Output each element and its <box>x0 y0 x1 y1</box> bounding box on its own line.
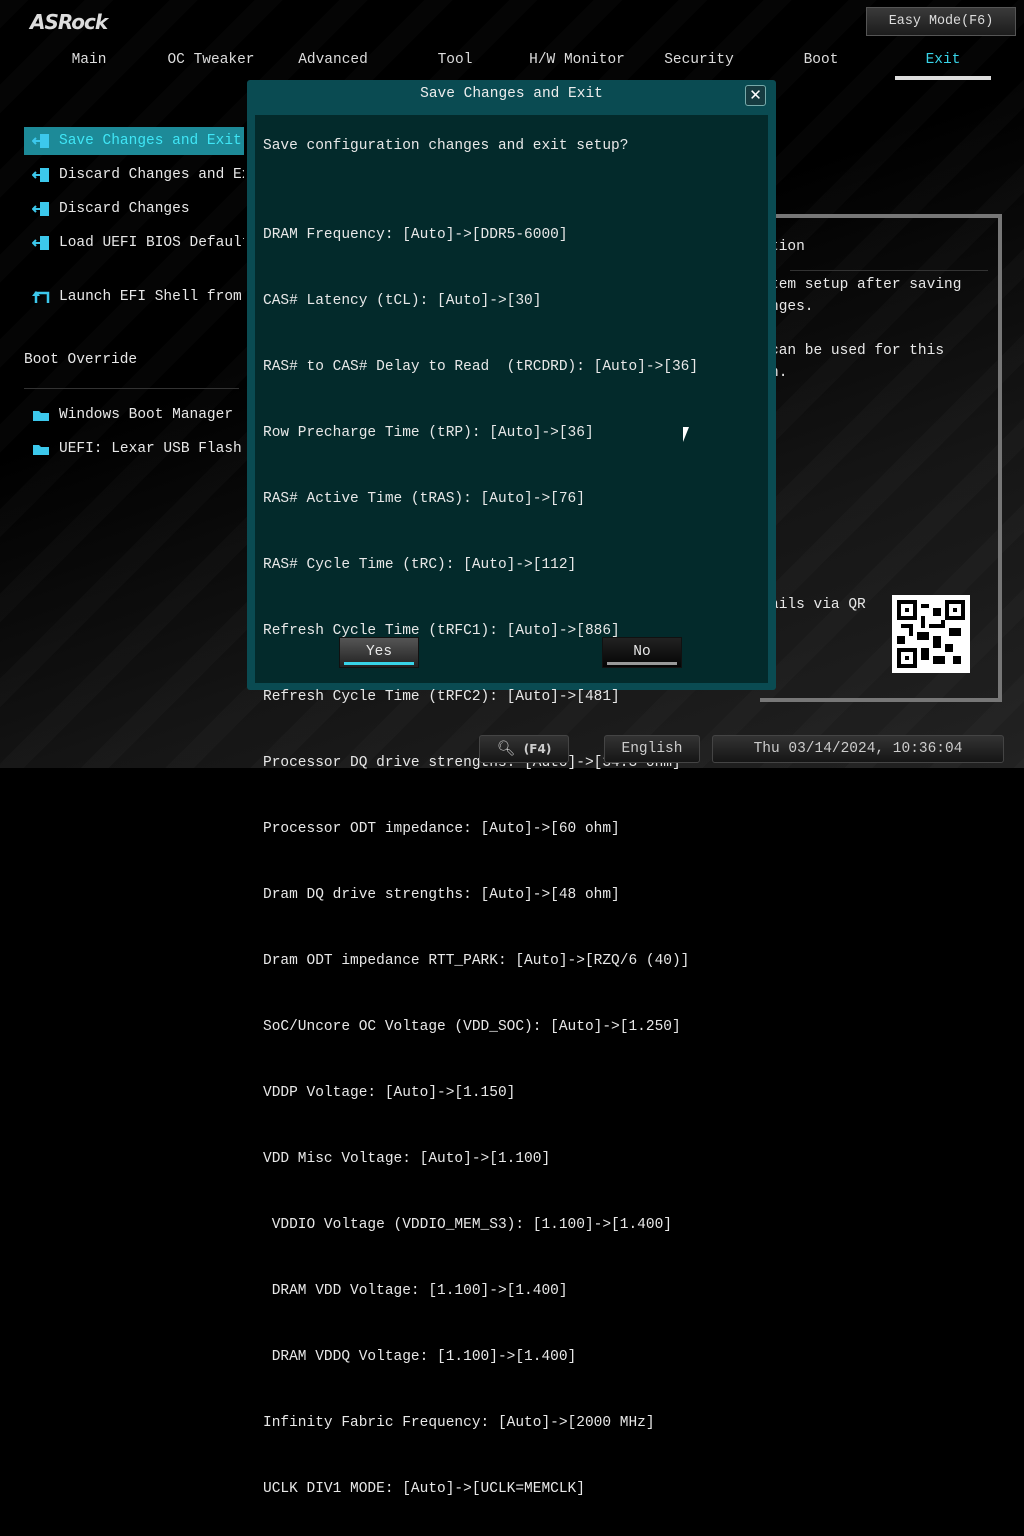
dialog-question: Save configuration changes and exit setu… <box>263 138 629 154</box>
divider <box>24 388 239 389</box>
tab-boot[interactable]: Boot <box>760 50 882 80</box>
change-item: Row Precharge Time (tRP): [Auto]->[36] <box>263 425 594 441</box>
description-text: can be used for this <box>770 343 945 359</box>
tab-advanced[interactable]: Advanced <box>272 50 394 80</box>
exit-door-icon <box>32 202 49 216</box>
boot-item-lexar-usb[interactable]: UEFI: Lexar USB Flash D <box>24 435 244 463</box>
exit-door-icon <box>32 236 49 250</box>
changes-list: DRAM Frequency: [Auto]->[DDR5-6000] CAS#… <box>263 180 698 1536</box>
description-panel: tion tem setup after saving nges. can be… <box>760 214 1002 702</box>
menu-item-launch-efi-shell[interactable]: Launch EFI Shell from filesystem device <box>24 283 244 311</box>
no-button[interactable]: No <box>602 637 682 668</box>
boot-override-list: Windows Boot Manager (S UEFI: Lexar USB … <box>24 401 244 469</box>
boot-item-windows[interactable]: Windows Boot Manager (S <box>24 401 244 429</box>
change-item: Dram DQ drive strengths: [Auto]->[48 ohm… <box>263 887 620 903</box>
change-item: RAS# Cycle Time (tRC): [Auto]->[112] <box>263 557 577 573</box>
change-item: CAS# Latency (tCL): [Auto]->[30] <box>263 293 542 309</box>
boot-override-heading: Boot Override <box>24 352 138 368</box>
change-item: DRAM VDDQ Voltage: [1.100]->[1.400] <box>263 1349 577 1365</box>
change-item: DRAM VDD Voltage: [1.100]->[1.400] <box>263 1283 568 1299</box>
change-item: VDD Misc Voltage: [Auto]->[1.100] <box>263 1151 551 1167</box>
menu-item-label: Save Changes and Exit <box>59 133 242 149</box>
change-item: RAS# to CAS# Delay to Read (tRCDRD): [Au… <box>263 359 699 375</box>
tab-security[interactable]: Security <box>638 50 760 80</box>
dialog-title: Save Changes and Exit <box>420 86 603 102</box>
datetime-display: Thu 03/14/2024, 10:36:04 <box>712 735 1004 763</box>
menu-item-discard-changes-exit[interactable]: Discard Changes and Exit <box>24 161 244 189</box>
tab-oc-tweaker[interactable]: OC Tweaker <box>150 50 272 80</box>
menu-item-label: Discard Changes <box>59 201 190 217</box>
mouse-cursor-icon <box>683 427 693 442</box>
change-item: VDDIO Voltage (VDDIO_MEM_S3): [1.100]->[… <box>263 1217 672 1233</box>
change-item: Infinity Fabric Frequency: [Auto]->[2000… <box>263 1415 655 1431</box>
shell-arrow-icon <box>32 291 50 303</box>
change-item: Refresh Cycle Time (tRFC2): [Auto]->[481… <box>263 689 620 705</box>
folder-icon <box>33 445 49 455</box>
description-text: nges. <box>770 299 814 315</box>
menu-item-load-defaults[interactable]: Load UEFI BIOS Defaults <box>24 229 244 257</box>
change-item: RAS# Active Time (tRAS): [Auto]->[76] <box>263 491 585 507</box>
menu-item-label: Launch EFI Shell from filesystem device <box>59 289 244 305</box>
tab-exit[interactable]: Exit <box>882 50 1004 80</box>
easy-mode-button[interactable]: Easy Mode(F6) <box>866 7 1016 36</box>
main-tabs: Main OC Tweaker Advanced Tool H/W Monito… <box>28 50 1004 80</box>
exit-menu: Save Changes and Exit Discard Changes an… <box>24 127 244 317</box>
close-icon[interactable]: ✕ <box>745 85 766 106</box>
change-item: VDDP Voltage: [Auto]->[1.150] <box>263 1085 516 1101</box>
menu-item-label: Discard Changes and Exit <box>59 167 244 183</box>
save-changes-dialog: Save Changes and Exit Save configuration… <box>247 80 776 1497</box>
boot-item-label: Windows Boot Manager (S <box>59 407 244 423</box>
change-item: Dram ODT impedance RTT_PARK: [Auto]->[RZ… <box>263 953 690 969</box>
change-item: SoC/Uncore OC Voltage (VDD_SOC): [Auto]-… <box>263 1019 681 1035</box>
change-item: Processor ODT impedance: [Auto]->[60 ohm… <box>263 821 620 837</box>
dialog-body: Save configuration changes and exit setu… <box>255 115 768 1497</box>
change-item: DRAM Frequency: [Auto]->[DDR5-6000] <box>263 227 568 243</box>
exit-door-icon <box>32 168 49 182</box>
description-text: tem setup after saving <box>770 277 962 293</box>
description-text: n. <box>770 365 788 381</box>
asrock-logo: ASRock <box>30 10 108 34</box>
change-item: UCLK DIV1 MODE: [Auto]->[UCLK=MEMCLK] <box>263 1481 585 1497</box>
search-icon: 🔍︎ <box>496 741 516 757</box>
tab-hw-monitor[interactable]: H/W Monitor <box>516 50 638 80</box>
exit-door-icon <box>32 134 49 148</box>
language-button[interactable]: English <box>604 735 700 763</box>
menu-item-discard-changes[interactable]: Discard Changes <box>24 195 244 223</box>
folder-icon <box>33 411 49 421</box>
menu-item-label: Load UEFI BIOS Defaults <box>59 235 244 251</box>
search-button[interactable]: 🔍︎ (F4) <box>479 735 569 763</box>
qr-code <box>892 595 970 673</box>
boot-item-label: UEFI: Lexar USB Flash D <box>59 441 244 457</box>
yes-button[interactable]: Yes <box>339 637 419 668</box>
divider <box>790 270 988 271</box>
tab-main[interactable]: Main <box>28 50 150 80</box>
menu-item-save-changes-exit[interactable]: Save Changes and Exit <box>24 127 244 155</box>
tab-tool[interactable]: Tool <box>394 50 516 80</box>
search-shortcut: (F4) <box>523 742 552 756</box>
